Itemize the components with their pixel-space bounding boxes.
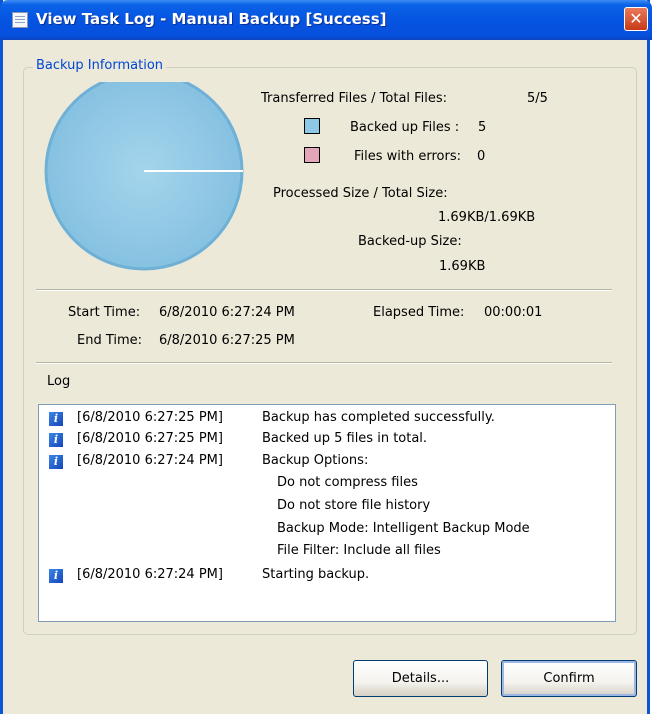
errors-color-swatch (304, 147, 320, 163)
pie-chart-svg (44, 71, 244, 271)
elapsed-time-label: Elapsed Time: (373, 305, 465, 320)
details-button[interactable]: Details... (353, 660, 488, 697)
log-entry-time: [6/8/2010 6:27:25 PM] (77, 410, 223, 425)
backed-up-size-label: Backed-up Size: (358, 234, 462, 249)
info-icon: i (49, 433, 63, 447)
log-entry-message: Backup has completed successfully. (262, 410, 495, 425)
info-icon: i (49, 412, 63, 426)
separator-top (36, 289, 612, 291)
backup-pie-chart (40, 71, 248, 290)
log-entry: i [6/8/2010 6:27:24 PM] Backup Options: (39, 452, 615, 472)
pie-slice-backed-up (44, 71, 244, 271)
end-time-value: 6/8/2010 6:27:25 PM (159, 333, 295, 348)
transferred-files-value: 5/5 (527, 91, 548, 106)
log-label: Log (47, 374, 71, 389)
log-entry-message: Backup Options: (262, 453, 369, 468)
separator-bottom (36, 362, 612, 364)
log-entry: i [6/8/2010 6:27:25 PM] Backup has compl… (39, 409, 615, 429)
start-time-value: 6/8/2010 6:27:24 PM (159, 305, 295, 320)
end-time-label: End Time: (77, 333, 143, 348)
log-entry-time: [6/8/2010 6:27:24 PM] (77, 453, 223, 468)
title-bar[interactable]: View Task Log - Manual Backup [Success] … (0, 0, 652, 40)
processed-size-value: 1.69KB/1.69KB (438, 210, 536, 225)
files-with-errors-label: Files with errors: (354, 149, 461, 164)
files-with-errors-value: 0 (477, 149, 486, 164)
log-entry-time: [6/8/2010 6:27:24 PM] (77, 567, 223, 582)
close-button[interactable]: ✕ (624, 7, 648, 31)
info-icon: i (49, 455, 63, 469)
log-entry-detail: Do not compress files (277, 475, 418, 490)
info-icon: i (49, 569, 63, 583)
log-entry-detail: File Filter: Include all files (277, 543, 441, 558)
document-icon (12, 12, 28, 28)
log-entry-message: Backed up 5 files in total. (262, 431, 428, 446)
log-entry: i [6/8/2010 6:27:24 PM] Starting backup. (39, 566, 615, 586)
log-entry-time: [6/8/2010 6:27:25 PM] (77, 431, 223, 446)
log-list[interactable]: i [6/8/2010 6:27:25 PM] Backup has compl… (38, 404, 616, 622)
elapsed-time-value: 00:00:01 (484, 305, 543, 320)
backed-up-files-value: 5 (478, 120, 487, 135)
log-entry-detail: Do not store file history (277, 498, 431, 513)
backed-up-color-swatch (304, 118, 320, 134)
backed-up-size-value: 1.69KB (439, 259, 486, 274)
backup-information-legend: Backup Information (33, 58, 167, 73)
start-time-label: Start Time: (68, 305, 141, 320)
processed-size-label: Processed Size / Total Size: (273, 186, 448, 201)
backed-up-files-label: Backed up Files : (350, 120, 460, 135)
window-title: View Task Log - Manual Backup [Success] (36, 10, 387, 28)
log-entry-message: Starting backup. (262, 567, 370, 582)
log-entry-detail: Backup Mode: Intelligent Backup Mode (277, 521, 530, 536)
log-entry: i [6/8/2010 6:27:25 PM] Backed up 5 file… (39, 430, 615, 450)
transferred-files-label: Transferred Files / Total Files: (261, 91, 448, 106)
confirm-button[interactable]: Confirm (501, 660, 637, 697)
